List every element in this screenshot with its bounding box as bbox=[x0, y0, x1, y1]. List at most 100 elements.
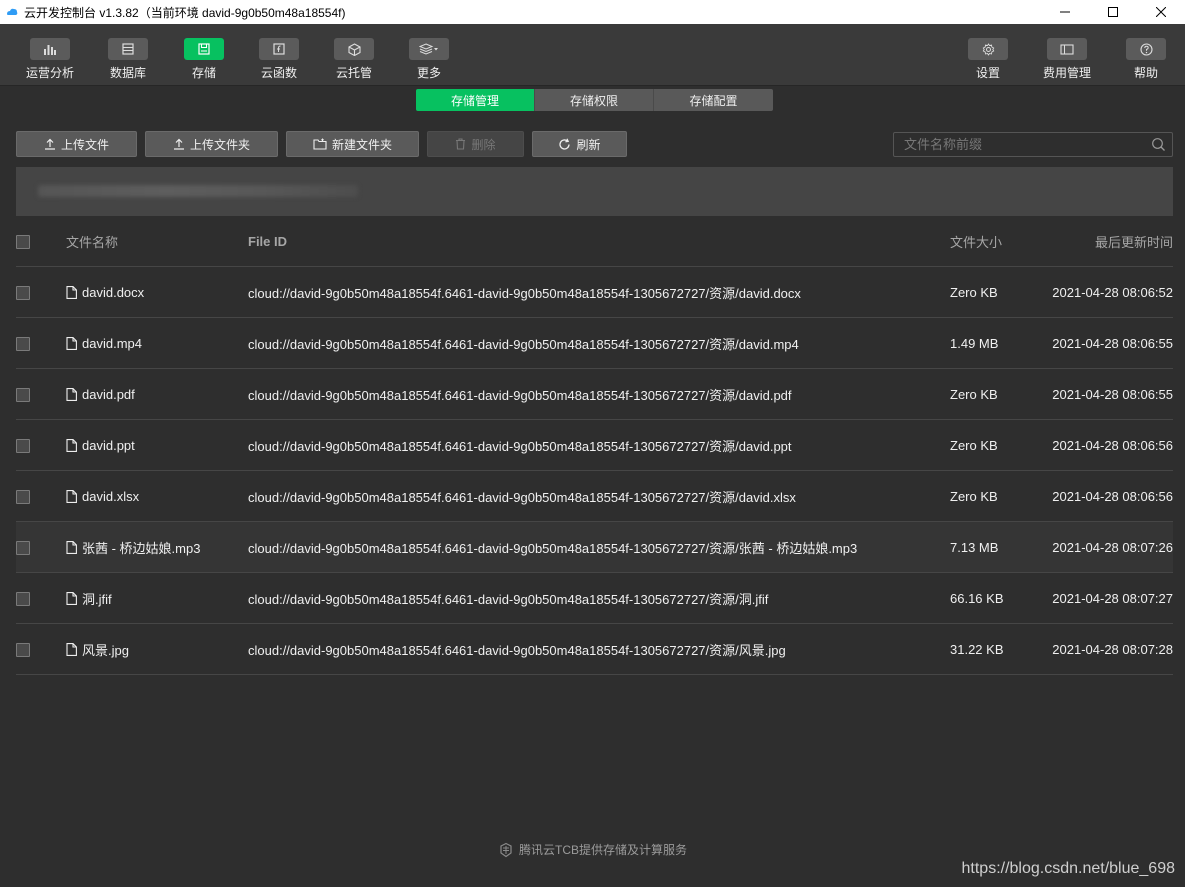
toolbar-item-help[interactable]: 帮助 bbox=[1110, 24, 1182, 86]
table-row[interactable]: david.ppt cloud://david-9g0b50m48a18554f.… bbox=[16, 420, 1173, 471]
table-row[interactable]: 洞.jfif cloud://david-9g0b50m48a18554f.646… bbox=[16, 573, 1173, 624]
file-icon bbox=[66, 643, 77, 656]
row-check-cell bbox=[16, 267, 32, 318]
toolbar-button-storage[interactable] bbox=[184, 38, 224, 60]
table-row[interactable]: david.mp4 cloud://david-9g0b50m48a18554f.… bbox=[16, 318, 1173, 369]
row-checkbox[interactable] bbox=[16, 285, 30, 300]
file-id: cloud://david-9g0b50m48a18554f.6461-davi… bbox=[248, 643, 786, 658]
file-icon bbox=[66, 592, 77, 605]
row-checkbox[interactable] bbox=[16, 540, 30, 555]
refresh-button[interactable]: 刷新 bbox=[532, 131, 627, 157]
table-row[interactable]: 风景.jpg cloud://david-9g0b50m48a18554f.646… bbox=[16, 624, 1173, 675]
table-row[interactable]: 张茜 - 桥边姑娘.mp3 cloud://david-9g0b50m48a185… bbox=[16, 522, 1173, 573]
toolbar-button-database[interactable] bbox=[108, 38, 148, 60]
tencent-cloud-logo-icon bbox=[500, 842, 512, 857]
select-all-checkbox[interactable] bbox=[16, 234, 30, 249]
file-size: 7.13 MB bbox=[950, 540, 999, 555]
row-checkbox[interactable] bbox=[16, 642, 30, 657]
file-name: 风景.jpg bbox=[82, 643, 129, 658]
file-name-cell[interactable]: david.docx bbox=[66, 267, 144, 318]
toolbar-button-billing[interactable] bbox=[1047, 38, 1087, 60]
row-check-cell bbox=[16, 369, 32, 420]
file-updated-time: 2021-04-28 08:06:55 bbox=[1052, 387, 1173, 402]
file-icon bbox=[66, 286, 77, 299]
file-prefix-search-input[interactable] bbox=[894, 133, 1172, 156]
file-name-cell[interactable]: david.ppt bbox=[66, 420, 135, 471]
upload-file-button[interactable]: 上传文件 bbox=[16, 131, 137, 157]
file-icon bbox=[66, 541, 77, 554]
tab-storage-management[interactable]: 存储管理 bbox=[416, 89, 535, 111]
toolbar-item-database[interactable]: 数据库 bbox=[92, 24, 164, 86]
delete-label: 删除 bbox=[471, 137, 496, 152]
table-row[interactable]: david.xlsx cloud://david-9g0b50m48a18554f… bbox=[16, 471, 1173, 522]
header-file-name: 文件名称 bbox=[66, 235, 119, 250]
toolbar-item-cloudrun[interactable]: 云托管 bbox=[318, 24, 390, 86]
row-checkbox[interactable] bbox=[16, 387, 30, 402]
blurred-path bbox=[38, 185, 358, 197]
tab-storage-permissions[interactable]: 存储权限 bbox=[535, 89, 654, 111]
file-updated-time: 2021-04-28 08:06:55 bbox=[1052, 336, 1173, 351]
toolbar-item-functions[interactable]: 云函数 bbox=[243, 24, 315, 86]
file-name: david.pdf bbox=[82, 387, 135, 402]
toolbar-button-cloudrun[interactable] bbox=[334, 38, 374, 60]
file-name: 张茜 - 桥边姑娘.mp3 bbox=[82, 541, 201, 556]
row-checkbox[interactable] bbox=[16, 591, 30, 606]
new-folder-button[interactable]: 新建文件夹 bbox=[286, 131, 419, 157]
table-body: david.docx cloud://david-9g0b50m48a18554f… bbox=[16, 267, 1173, 675]
upload-folder-button[interactable]: 上传文件夹 bbox=[145, 131, 278, 157]
toolbar-label-billing: 费用管理 bbox=[1042, 66, 1091, 80]
file-name-cell[interactable]: david.pdf bbox=[66, 369, 135, 420]
delete-button[interactable]: 删除 bbox=[427, 131, 524, 157]
file-name-cell[interactable]: david.xlsx bbox=[66, 471, 139, 522]
toolbar-button-help[interactable] bbox=[1126, 38, 1166, 60]
row-check-cell bbox=[16, 624, 32, 675]
cube-icon bbox=[347, 42, 361, 56]
file-size: Zero KB bbox=[950, 285, 998, 300]
maximize-button[interactable] bbox=[1089, 0, 1137, 24]
file-updated-time: 2021-04-28 08:06:56 bbox=[1052, 438, 1173, 453]
file-name-cell[interactable]: david.mp4 bbox=[66, 318, 142, 369]
file-size: 31.22 KB bbox=[950, 642, 1004, 657]
file-id: cloud://david-9g0b50m48a18554f.6461-davi… bbox=[248, 286, 801, 301]
toolbar-item-settings[interactable]: 设置 bbox=[952, 24, 1024, 86]
header-file-id: File ID bbox=[248, 234, 288, 249]
table-row[interactable]: david.docx cloud://david-9g0b50m48a18554f… bbox=[16, 267, 1173, 318]
upload-file-label: 上传文件 bbox=[60, 137, 109, 152]
select-all-cell bbox=[16, 216, 32, 267]
watermark: https://blog.csdn.net/blue_698 bbox=[961, 860, 1176, 877]
toolbar-button-analytics[interactable] bbox=[30, 38, 70, 60]
toolbar-label-storage: 存储 bbox=[191, 66, 216, 80]
file-icon bbox=[66, 337, 77, 350]
file-name: david.docx bbox=[82, 285, 145, 300]
function-icon bbox=[273, 43, 285, 55]
search-icon[interactable] bbox=[1151, 137, 1166, 152]
file-icon bbox=[66, 490, 77, 503]
toolbar-item-analytics[interactable]: 运营分析 bbox=[14, 24, 86, 86]
table-row[interactable]: david.pdf cloud://david-9g0b50m48a18554f.… bbox=[16, 369, 1173, 420]
upload-folder-label: 上传文件夹 bbox=[189, 137, 250, 152]
row-checkbox[interactable] bbox=[16, 489, 30, 504]
header-file-size: 文件大小 bbox=[950, 235, 1003, 250]
toolbar-item-billing[interactable]: 费用管理 bbox=[1031, 24, 1103, 86]
row-checkbox[interactable] bbox=[16, 336, 30, 351]
file-updated-time: 2021-04-28 08:07:28 bbox=[1052, 642, 1173, 657]
toolbar-button-settings[interactable] bbox=[968, 38, 1008, 60]
file-updated-time: 2021-04-28 08:07:26 bbox=[1052, 540, 1173, 555]
toolbar-item-more[interactable]: 更多 bbox=[393, 24, 465, 86]
tab-storage-config[interactable]: 存储配置 bbox=[654, 89, 773, 111]
minimize-button[interactable] bbox=[1041, 0, 1089, 24]
file-updated-time: 2021-04-28 08:06:56 bbox=[1052, 489, 1173, 504]
layers-icon bbox=[419, 43, 438, 55]
title-bar: 云开发控制台 v1.3.82（当前环境 david-9g0b50m48a1855… bbox=[0, 0, 1185, 24]
file-id: cloud://david-9g0b50m48a18554f.6461-davi… bbox=[248, 388, 792, 403]
close-button[interactable] bbox=[1137, 0, 1185, 24]
row-checkbox[interactable] bbox=[16, 438, 30, 453]
file-name-cell[interactable]: 洞.jfif bbox=[66, 573, 112, 624]
file-name-cell[interactable]: 风景.jpg bbox=[66, 624, 129, 675]
file-size: Zero KB bbox=[950, 387, 998, 402]
toolbar-item-storage[interactable]: 存储 bbox=[168, 24, 240, 86]
toolbar-button-more[interactable] bbox=[409, 38, 449, 60]
refresh-label: 刷新 bbox=[576, 137, 601, 152]
toolbar-button-functions[interactable] bbox=[259, 38, 299, 60]
file-name-cell[interactable]: 张茜 - 桥边姑娘.mp3 bbox=[66, 522, 200, 573]
